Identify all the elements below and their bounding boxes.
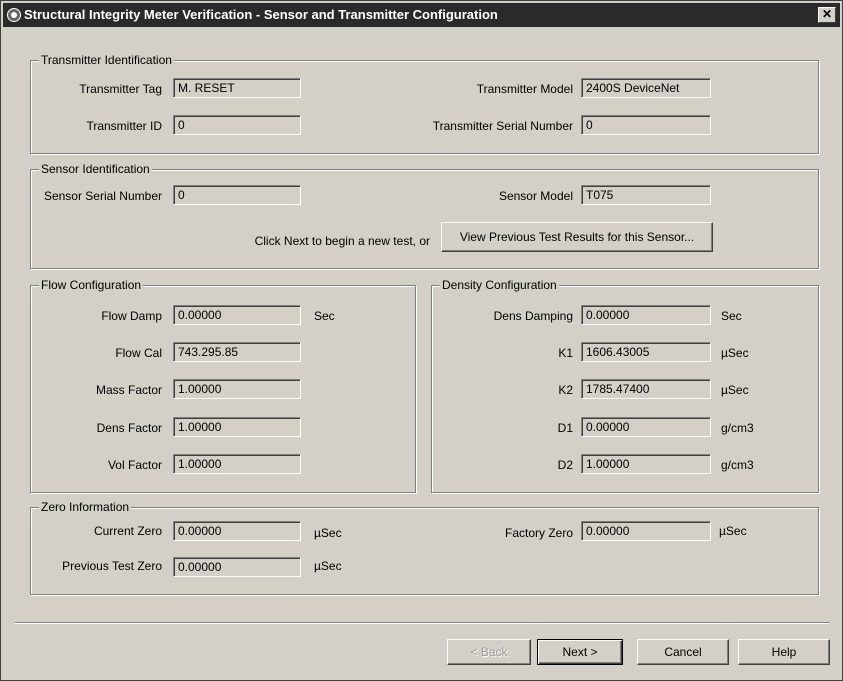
previous-test-zero-field[interactable]: 0.00000	[173, 557, 301, 577]
current-zero-unit: µSec	[314, 526, 342, 540]
transmitter-tag-label: Transmitter Tag	[79, 82, 162, 96]
help-button[interactable]: Help	[738, 639, 830, 665]
d1-label: D1	[557, 421, 573, 435]
transmitter-id-field[interactable]: 0	[173, 115, 301, 135]
transmitter-model-field[interactable]: 2400S DeviceNet	[581, 78, 711, 98]
sensor-identification-group: Sensor Identification	[30, 162, 819, 269]
dens-factor-field[interactable]: 1.00000	[173, 417, 301, 437]
mass-factor-label: Mass Factor	[95, 383, 162, 397]
flow-damp-unit: Sec	[314, 309, 335, 323]
d1-unit: g/cm3	[721, 421, 754, 435]
mass-factor-field[interactable]: 1.00000	[173, 379, 301, 399]
d1-field[interactable]: 0.00000	[581, 417, 711, 437]
previous-test-zero-unit: µSec	[314, 559, 342, 573]
transmitter-model-label: Transmitter Model	[476, 82, 573, 96]
k2-unit: µSec	[721, 383, 749, 397]
flow-configuration-legend: Flow Configuration	[39, 278, 144, 292]
view-previous-results-button[interactable]: View Previous Test Results for this Sens…	[441, 222, 713, 252]
transmitter-id-label: Transmitter ID	[86, 119, 162, 133]
sensor-model-label: Sensor Model	[498, 189, 573, 203]
button-separator	[15, 622, 829, 624]
d2-unit: g/cm3	[721, 458, 754, 472]
sensor-hint-text: Click Next to begin a new test, or	[254, 234, 430, 248]
transmitter-identification-group: Transmitter Identification	[30, 53, 819, 154]
app-icon	[7, 8, 21, 22]
sensor-model-field[interactable]: T075	[581, 185, 711, 205]
transmitter-identification-legend: Transmitter Identification	[39, 53, 174, 67]
window-title: Structural Integrity Meter Verification …	[24, 7, 498, 22]
close-button[interactable]: ✕	[818, 7, 836, 23]
dens-damping-label: Dens Damping	[493, 309, 573, 323]
k1-unit: µSec	[721, 346, 749, 360]
dens-damping-field[interactable]: 0.00000	[581, 305, 711, 325]
vol-factor-field[interactable]: 1.00000	[173, 454, 301, 474]
next-button[interactable]: Next >	[537, 639, 623, 665]
cancel-button[interactable]: Cancel	[637, 639, 729, 665]
factory-zero-field[interactable]: 0.00000	[581, 521, 711, 541]
zero-information-legend: Zero Information	[39, 500, 132, 514]
d2-label: D2	[557, 458, 573, 472]
k2-label: K2	[558, 383, 573, 397]
back-button[interactable]: < Back	[447, 639, 531, 665]
d2-field[interactable]: 1.00000	[581, 454, 711, 474]
current-zero-label: Current Zero	[93, 524, 162, 538]
flow-cal-field[interactable]: 743.295.85	[173, 342, 301, 362]
transmitter-serial-label: Transmitter Serial Number	[432, 119, 573, 133]
flow-damp-field[interactable]: 0.00000	[173, 305, 301, 325]
sensor-identification-legend: Sensor Identification	[39, 162, 152, 176]
dens-factor-label: Dens Factor	[96, 421, 162, 435]
density-configuration-legend: Density Configuration	[440, 278, 559, 292]
sensor-serial-label: Sensor Serial Number	[43, 189, 162, 203]
flow-cal-label: Flow Cal	[115, 346, 162, 360]
transmitter-serial-field[interactable]: 0	[581, 115, 711, 135]
k2-field[interactable]: 1785.47400	[581, 379, 711, 399]
dens-damping-unit: Sec	[721, 309, 742, 323]
factory-zero-unit: µSec	[719, 524, 747, 538]
flow-damp-label: Flow Damp	[101, 309, 162, 323]
previous-test-zero-label: Previous Test Zero	[62, 559, 162, 573]
k1-field[interactable]: 1606.43005	[581, 342, 711, 362]
vol-factor-label: Vol Factor	[107, 458, 162, 472]
current-zero-field[interactable]: 0.00000	[173, 521, 301, 541]
sensor-serial-field[interactable]: 0	[173, 185, 301, 205]
transmitter-tag-field[interactable]: M. RESET	[173, 78, 301, 98]
title-bar[interactable]: Structural Integrity Meter Verification …	[3, 3, 840, 27]
factory-zero-label: Factory Zero	[504, 526, 573, 540]
k1-label: K1	[558, 346, 573, 360]
dialog-window: Structural Integrity Meter Verification …	[0, 0, 843, 681]
